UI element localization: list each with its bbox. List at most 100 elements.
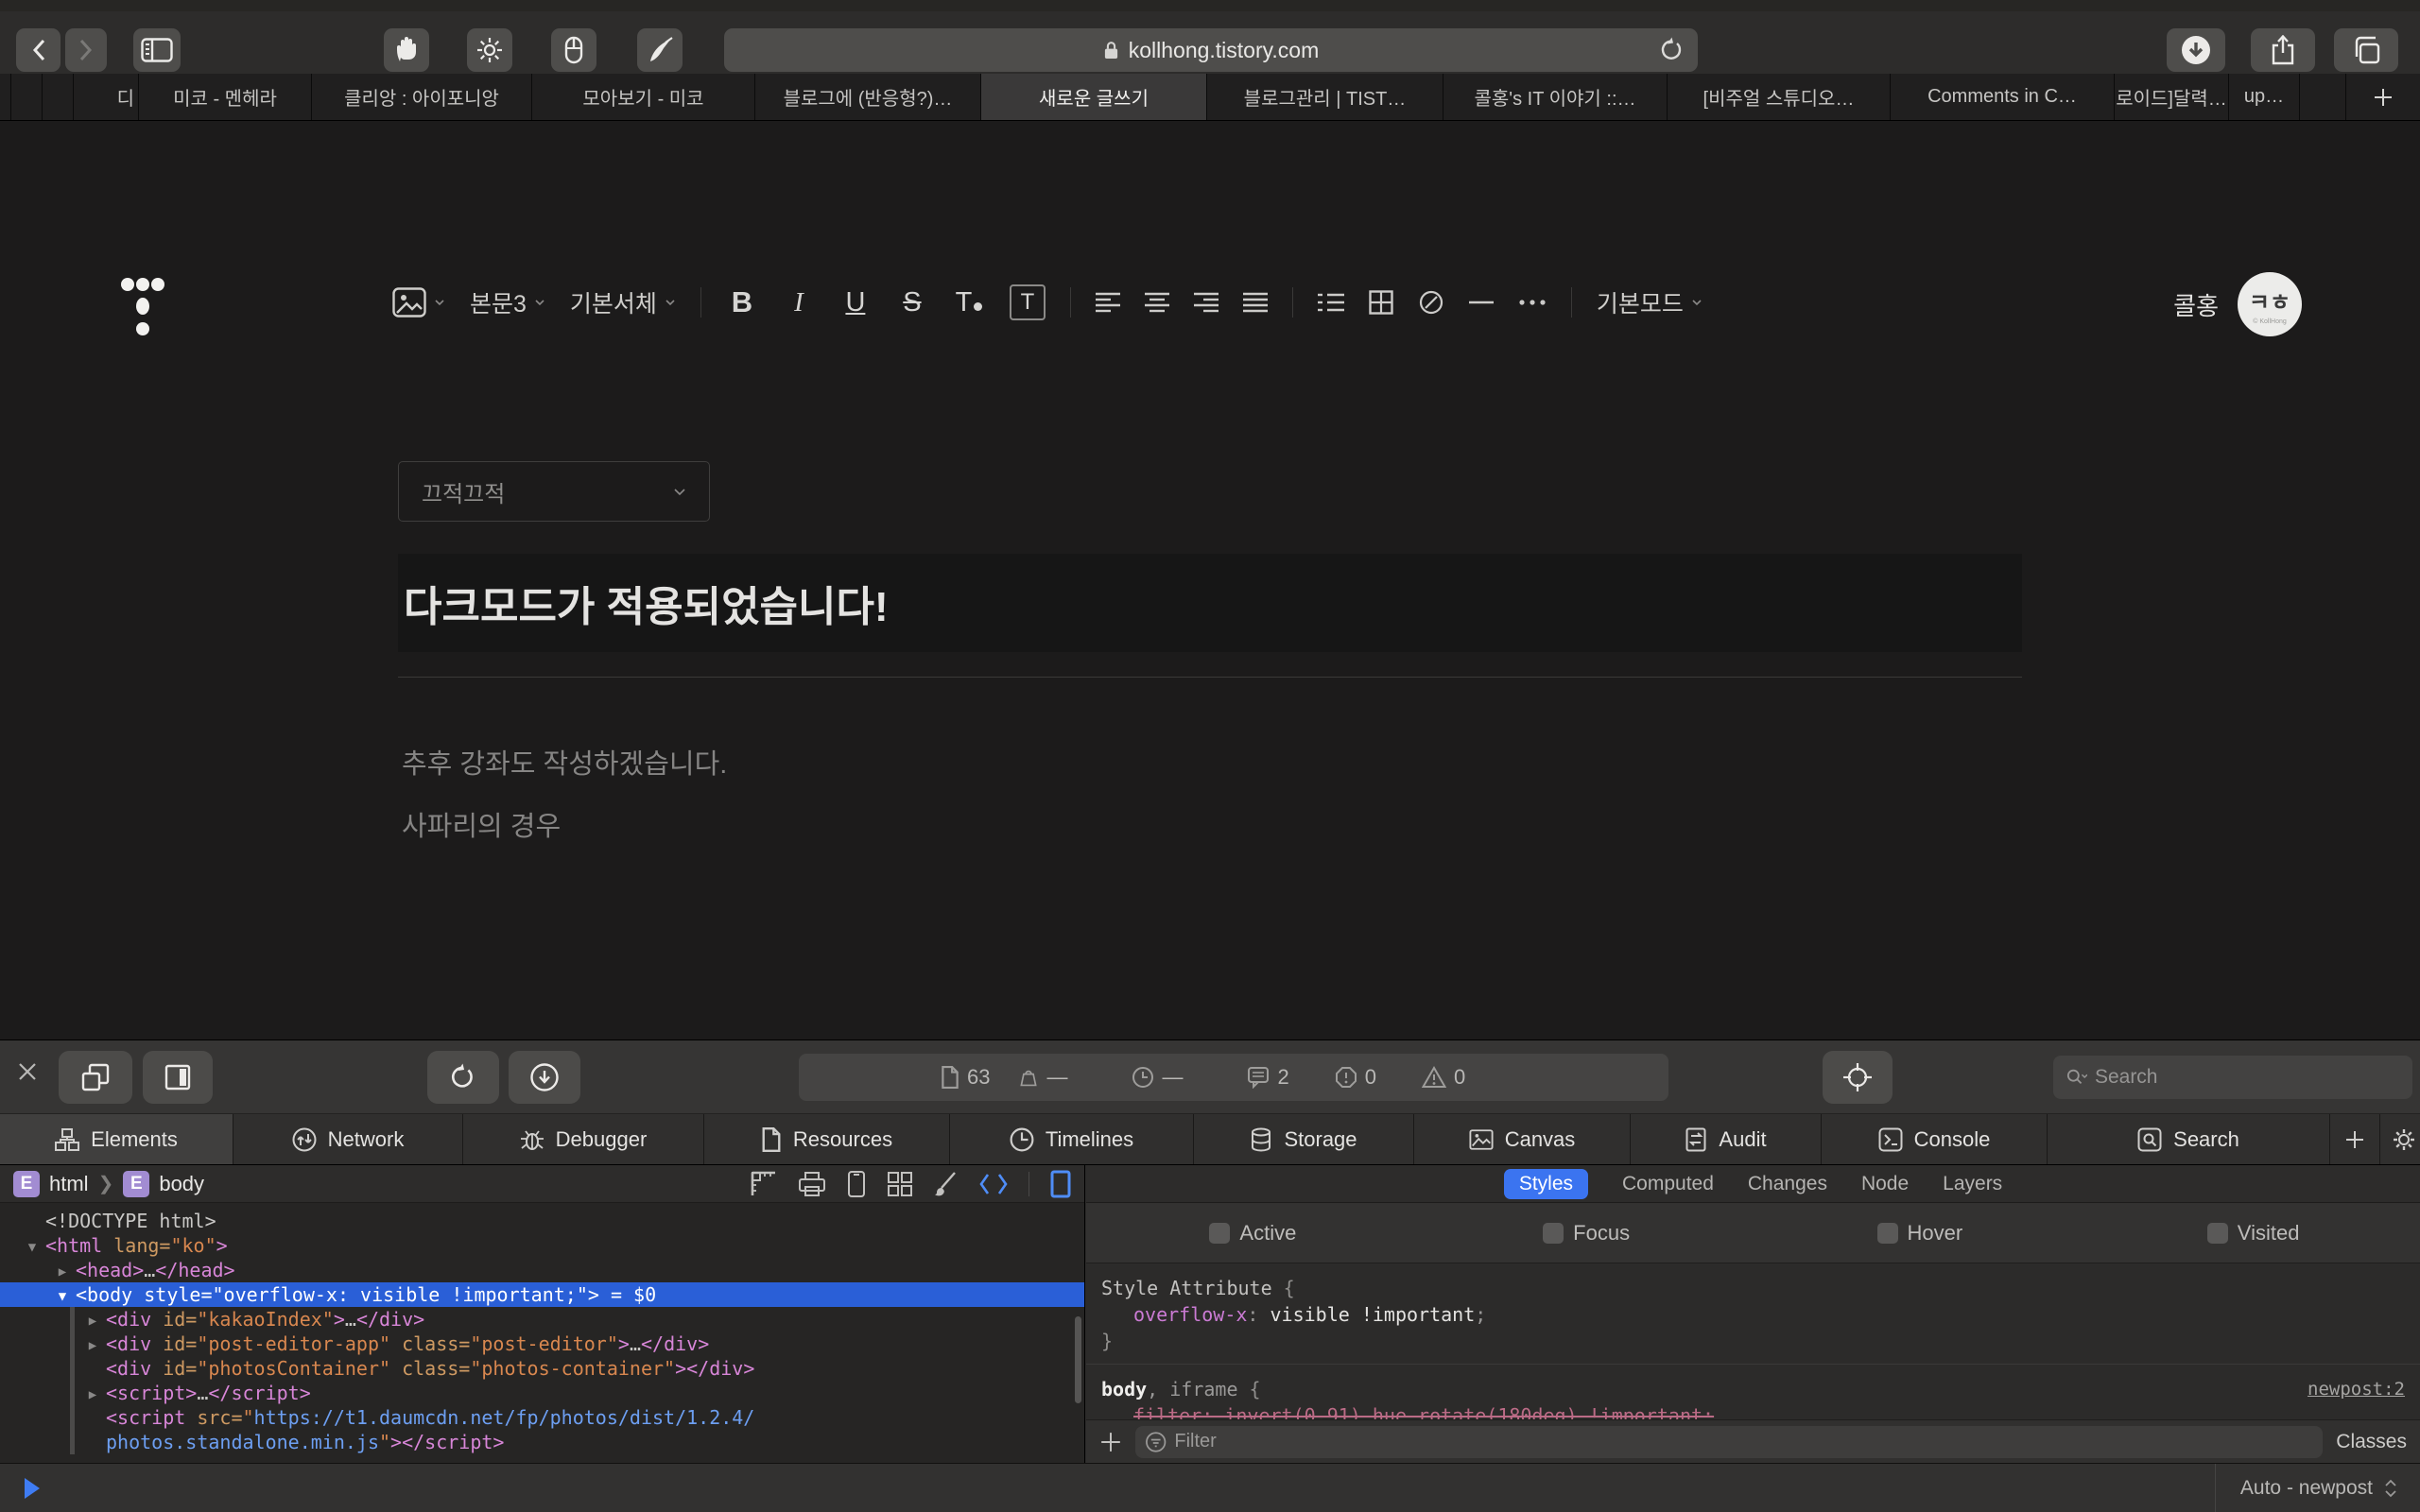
browser-tab[interactable]: up… xyxy=(2229,74,2300,120)
browser-tab-active[interactable]: 새로운 글쓰기 xyxy=(981,74,1207,120)
disclosure-triangle-icon[interactable]: ▶ xyxy=(79,1333,106,1358)
browser-tab[interactable]: 디 xyxy=(74,74,139,120)
print-styles-button[interactable] xyxy=(798,1171,826,1197)
resource-status-bar[interactable]: 63 — — 2 0 xyxy=(799,1054,1668,1101)
list-button[interactable] xyxy=(1318,292,1344,313)
browser-tab[interactable]: 모아보기 - 미코 xyxy=(532,74,755,120)
filter-field[interactable] xyxy=(1135,1426,2323,1458)
address-bar[interactable]: kollhong.tistory.com xyxy=(724,28,1698,72)
underline-button[interactable]: U xyxy=(839,287,872,318)
css-rule-style-attribute[interactable]: Style Attribute { overflow-x: visible !i… xyxy=(1086,1263,2420,1364)
pseudo-visited-checkbox[interactable]: Visited xyxy=(2086,1221,2420,1246)
disclosure-triangle-icon[interactable]: ▶ xyxy=(79,1309,106,1333)
post-body-editor[interactable]: 추후 강좌도 작성하겠습니다. 사파리의 경우 xyxy=(402,733,727,858)
tab-changes[interactable]: Changes xyxy=(1748,1173,1827,1195)
post-title-input[interactable]: 다크모드가 적용되었습니다! xyxy=(398,554,2022,652)
dom-tree-row[interactable]: ▶<div id="kakaoIndex">…</div> xyxy=(0,1307,1084,1332)
device-settings-button[interactable] xyxy=(847,1170,866,1198)
browser-tab-sliver[interactable] xyxy=(11,74,43,120)
dom-tree-row[interactable]: photos.standalone.min.js"></script> xyxy=(0,1430,1084,1454)
inspector-search-field[interactable] xyxy=(2053,1056,2412,1099)
tab-resources[interactable]: Resources xyxy=(704,1114,950,1164)
browser-tab-sliver[interactable] xyxy=(0,74,11,120)
tab-overview-button[interactable] xyxy=(2334,28,2398,72)
checkbox[interactable] xyxy=(2207,1223,2228,1244)
disclosure-triangle-icon[interactable]: ▶ xyxy=(49,1260,76,1284)
browser-tab[interactable]: 블로그에 (반응형?)… xyxy=(755,74,981,120)
rule-source-link[interactable]: newpost:2 xyxy=(2308,1376,2405,1402)
tab-computed[interactable]: Computed xyxy=(1622,1173,1714,1195)
tab-debugger[interactable]: Debugger xyxy=(463,1114,704,1164)
forward-button[interactable] xyxy=(65,28,107,72)
reload-button[interactable] xyxy=(1660,37,1685,63)
strikethrough-button[interactable]: S xyxy=(896,287,928,318)
tab-audit[interactable]: Audit xyxy=(1631,1114,1822,1164)
pseudo-hover-checkbox[interactable]: Hover xyxy=(1754,1221,2087,1246)
horizontal-rule-button[interactable] xyxy=(1469,300,1494,305)
checkbox[interactable] xyxy=(1543,1223,1564,1244)
font-select[interactable]: 기본서체 xyxy=(570,285,676,319)
align-center-button[interactable] xyxy=(1145,292,1169,313)
pseudo-active-checkbox[interactable]: Active xyxy=(1086,1221,1420,1246)
classes-toggle-button[interactable]: Classes xyxy=(2336,1431,2407,1453)
browser-tab-sliver[interactable] xyxy=(2300,74,2346,120)
extension-darkmode-button[interactable] xyxy=(467,28,512,72)
paragraph-style-select[interactable]: 본문3 xyxy=(470,285,545,319)
more-button[interactable] xyxy=(1518,299,1547,306)
tab-console[interactable]: Console xyxy=(1822,1114,2048,1164)
highlight-button[interactable]: T xyxy=(1010,284,1046,320)
inspector-download-button[interactable] xyxy=(509,1051,580,1104)
browser-tab[interactable]: Comments in C… xyxy=(1891,74,2115,120)
rulers-button[interactable] xyxy=(751,1171,777,1197)
tab-node[interactable]: Node xyxy=(1861,1173,1909,1195)
tab-styles[interactable]: Styles xyxy=(1504,1169,1588,1199)
tab-network[interactable]: Network xyxy=(233,1114,463,1164)
inspector-reload-button[interactable] xyxy=(427,1051,499,1104)
align-justify-button[interactable] xyxy=(1243,292,1268,313)
text-color-button[interactable]: T xyxy=(953,287,985,318)
link-button[interactable] xyxy=(1418,289,1444,316)
italic-button[interactable]: I xyxy=(783,287,815,318)
checkbox[interactable] xyxy=(1209,1223,1230,1244)
show-source-button[interactable] xyxy=(979,1173,1008,1195)
css-rule-body-iframe[interactable]: body, iframe { newpost:2 filter: invert(… xyxy=(1086,1364,2420,1419)
sidebar-toggle-button[interactable] xyxy=(133,28,181,72)
dom-tree-row[interactable]: <div id="photosContainer" class="photos-… xyxy=(0,1356,1084,1381)
dom-tree-row[interactable]: <script src="https://t1.daumcdn.net/fp/p… xyxy=(0,1405,1084,1430)
back-button[interactable] xyxy=(16,28,60,72)
detach-inspector-button[interactable] xyxy=(59,1051,132,1104)
extension-mouse-button[interactable] xyxy=(551,28,596,72)
dom-tree-row[interactable]: ▶<div id="post-editor-app" class="post-e… xyxy=(0,1332,1084,1356)
dom-tree-row-selected[interactable]: ▼<body style="overflow-x: visible !impor… xyxy=(0,1282,1084,1307)
browser-tab[interactable]: 미코 - 멘헤라 xyxy=(139,74,312,120)
tab-layers[interactable]: Layers xyxy=(1943,1173,2002,1195)
disclosure-triangle-icon[interactable]: ▼ xyxy=(49,1284,76,1309)
dom-tree-row[interactable]: ▶<head>…</head> xyxy=(0,1258,1084,1282)
bold-button[interactable]: B xyxy=(726,285,758,319)
browser-tab[interactable]: 콜홍's IT 이야기 ::… xyxy=(1443,74,1668,120)
element-picker-button[interactable] xyxy=(1823,1051,1893,1104)
paint-flashing-button[interactable] xyxy=(934,1171,959,1197)
execution-context-select[interactable]: Auto - newpost xyxy=(2215,1464,2420,1512)
align-left-button[interactable] xyxy=(1096,292,1120,313)
tab-timelines[interactable]: Timelines xyxy=(950,1114,1194,1164)
table-button[interactable] xyxy=(1369,290,1393,315)
disclosure-triangle-icon[interactable]: ▼ xyxy=(19,1235,45,1260)
insert-image-button[interactable] xyxy=(392,287,445,318)
add-tab-button[interactable] xyxy=(2330,1114,2380,1164)
console-prompt-arrow[interactable] xyxy=(25,1478,40,1499)
tab-canvas[interactable]: Canvas xyxy=(1414,1114,1631,1164)
browser-tab[interactable]: 로이드]달력… xyxy=(2115,74,2229,120)
tab-search[interactable]: Search xyxy=(2048,1114,2330,1164)
browser-tab[interactable]: 클리앙 : 아이포니앙 xyxy=(312,74,532,120)
filter-input[interactable] xyxy=(1174,1431,2313,1452)
compositing-borders-button[interactable] xyxy=(887,1171,913,1197)
device-frame-button[interactable] xyxy=(1050,1170,1071,1198)
tab-elements[interactable]: Elements xyxy=(0,1114,233,1164)
close-inspector-button[interactable] xyxy=(17,1061,38,1082)
align-right-button[interactable] xyxy=(1194,292,1219,313)
avatar[interactable]: ㅋㅎ © KollHong xyxy=(2238,272,2302,336)
disclosure-triangle-icon[interactable]: ▶ xyxy=(79,1383,106,1407)
dom-tree-row[interactable]: ▼<html lang="ko"> xyxy=(0,1233,1084,1258)
category-select[interactable]: 끄적끄적 xyxy=(398,461,710,522)
